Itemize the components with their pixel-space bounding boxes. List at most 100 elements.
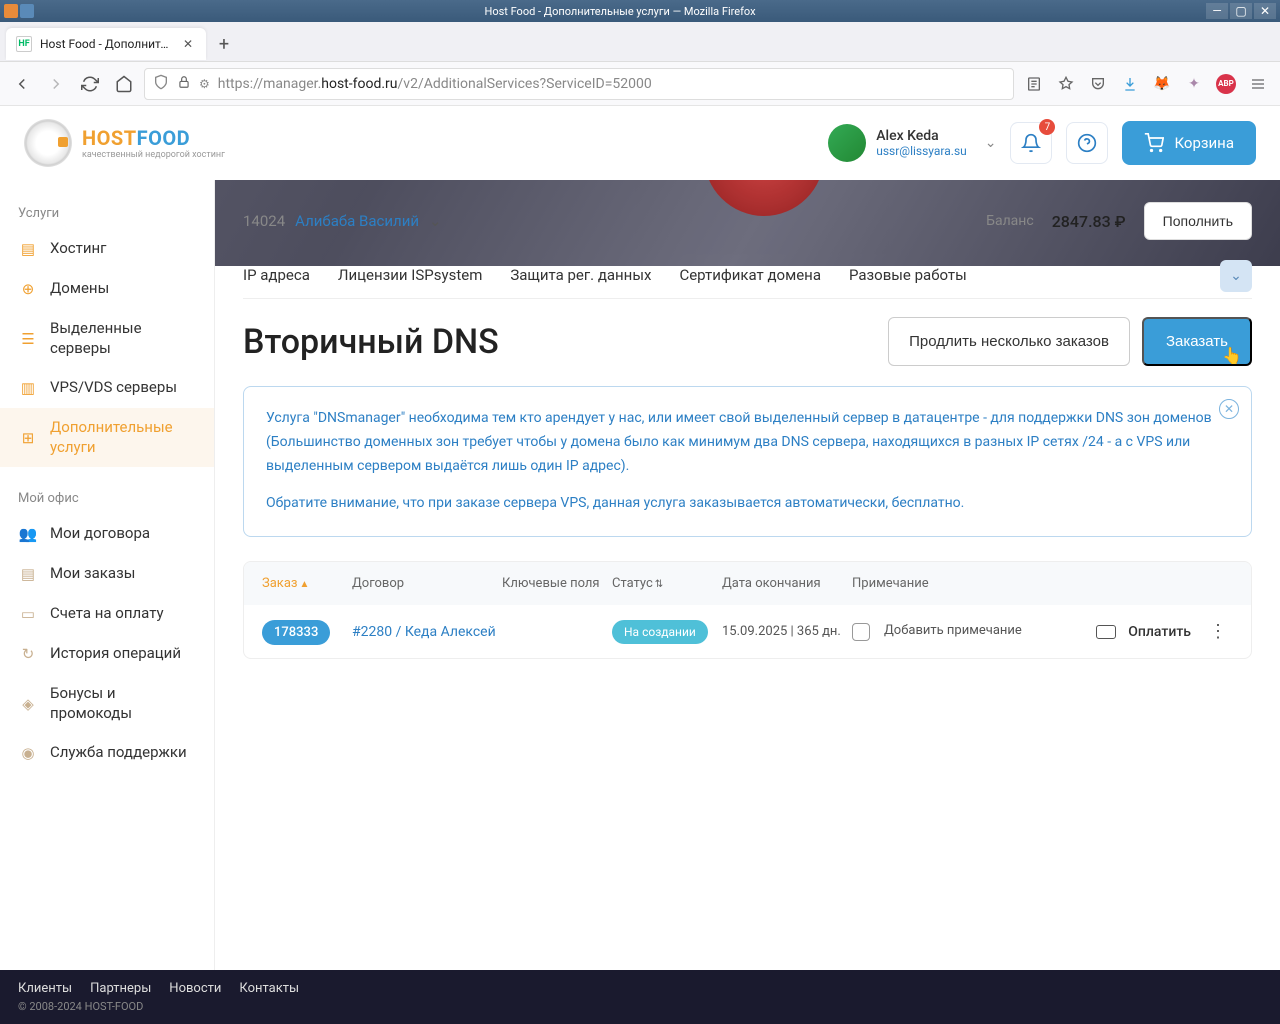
main-content: 14024 Алибаба Василий ⌄ Баланс 2847.83 ₽… <box>214 180 1280 970</box>
extend-orders-button[interactable]: Продлить несколько заказов <box>888 317 1130 366</box>
th-order[interactable]: Заказ▲ <box>262 576 352 591</box>
info-close-button[interactable]: ✕ <box>1219 399 1239 419</box>
cart-button[interactable]: Корзина <box>1122 121 1256 165</box>
account-selector[interactable]: 14024 Алибаба Василий ⌄ <box>243 212 442 230</box>
help-button[interactable] <box>1066 122 1108 164</box>
balance-label: Баланс <box>986 213 1034 229</box>
info-paragraph-1: Услуга "DNSmanager" необходима тем кто а… <box>266 407 1229 478</box>
sidebar-item-contracts[interactable]: 👥Мои договора <box>0 514 214 554</box>
tab-onetime[interactable]: Разовые работы <box>849 266 967 284</box>
sidebar-item-vps[interactable]: ▥VPS/VDS серверы <box>0 368 214 408</box>
orders-icon: ▤ <box>18 564 38 584</box>
support-icon: ◉ <box>18 743 38 763</box>
logo-icon <box>24 119 72 167</box>
sidebar-item-orders[interactable]: ▤Мои заказы <box>0 554 214 594</box>
permissions-icon: ⚙ <box>199 77 210 91</box>
sidebar-item-support[interactable]: ◉Служба поддержки <box>0 733 214 773</box>
extension-1-icon[interactable]: 🦊 <box>1148 70 1176 98</box>
app-icon <box>20 4 34 18</box>
close-window-button[interactable]: ✕ <box>1254 3 1276 19</box>
logo-text-2: FOOD <box>137 126 191 150</box>
notifications-button[interactable]: 7 <box>1010 122 1052 164</box>
maximize-button[interactable]: ▢ <box>1230 3 1252 19</box>
lock-icon <box>177 75 191 93</box>
sidebar-item-hosting[interactable]: ▤Хостинг <box>0 229 214 269</box>
abp-icon[interactable]: ABP <box>1212 70 1240 98</box>
page-title: Вторичный DNS <box>243 322 499 362</box>
th-note[interactable]: Примечание <box>852 576 1032 591</box>
footer-link-news[interactable]: Новости <box>169 981 221 996</box>
favicon-icon: HF <box>16 36 32 52</box>
tab-close-button[interactable]: ✕ <box>180 36 196 52</box>
pay-button[interactable]: Оплатить <box>1128 624 1191 640</box>
logo-subtitle: качественный недорогой хостинг <box>82 150 225 160</box>
minimize-button[interactable]: — <box>1206 3 1228 19</box>
expiry-date: 15.09.2025 | 365 дн. <box>722 624 841 639</box>
site-header: HOSTFOOD качественный недорогой хостинг … <box>0 106 1280 180</box>
tab-ip[interactable]: IP адреса <box>243 266 310 284</box>
status-badge: На создании <box>612 620 708 644</box>
user-name: Alex Keda <box>876 128 967 144</box>
cart-icon <box>1144 133 1164 153</box>
shield-icon <box>153 74 169 94</box>
tab-isp[interactable]: Лицензии ISPsystem <box>338 266 482 284</box>
th-keys[interactable]: Ключевые поля <box>502 576 612 591</box>
bookmark-icon[interactable] <box>1052 70 1080 98</box>
history-icon: ↻ <box>18 644 38 664</box>
sort-asc-icon: ▲ <box>300 579 310 590</box>
tab-whois[interactable]: Защита рег. данных <box>510 266 651 284</box>
window-title: Host Food - Дополнительные услуги — Mozi… <box>34 5 1206 18</box>
reload-button[interactable] <box>76 70 104 98</box>
contracts-icon: 👥 <box>18 524 38 544</box>
menu-button[interactable] <box>1244 70 1272 98</box>
cursor-icon: 👆 <box>1222 346 1242 366</box>
orders-table: Заказ▲ Договор Ключевые поля Статус⇅ Дат… <box>243 561 1252 659</box>
card-icon <box>1096 625 1116 639</box>
pocket-icon[interactable] <box>1084 70 1112 98</box>
tag-icon: ◈ <box>18 694 38 714</box>
download-icon[interactable] <box>1116 70 1144 98</box>
contract-link[interactable]: #2280 / Кеда Алексей <box>352 624 496 640</box>
reader-icon[interactable] <box>1020 70 1048 98</box>
sidebar-item-domains[interactable]: ⊕Домены <box>0 269 214 309</box>
os-titlebar: Host Food - Дополнительные услуги — Mozi… <box>0 0 1280 22</box>
home-button[interactable] <box>110 70 138 98</box>
notification-badge: 7 <box>1039 119 1055 135</box>
browser-nav-bar: ⚙ https://manager.host-food.ru/v2/Additi… <box>0 62 1280 106</box>
sidebar-item-bonuses[interactable]: ◈Бонусы и промокоды <box>0 674 214 733</box>
account-id: 14024 <box>243 212 285 230</box>
footer-link-partners[interactable]: Партнеры <box>90 981 151 996</box>
forward-button[interactable] <box>42 70 70 98</box>
info-box: ✕ Услуга "DNSmanager" необходима тем кто… <box>243 386 1252 537</box>
tab-ssl[interactable]: Сертификат домена <box>679 266 821 284</box>
firefox-icon <box>4 4 18 18</box>
footer-link-clients[interactable]: Клиенты <box>18 981 72 996</box>
th-contract[interactable]: Договор <box>352 576 502 591</box>
globe-icon: ⊕ <box>18 279 38 299</box>
url-bar[interactable]: ⚙ https://manager.host-food.ru/v2/Additi… <box>144 68 1014 100</box>
tabs-expand-button[interactable]: ⌄ <box>1220 260 1252 292</box>
order-badge[interactable]: 178333 <box>262 620 330 645</box>
user-menu[interactable]: Alex Keda ussr@lissyara.su ⌄ <box>828 124 996 162</box>
sidebar-item-additional[interactable]: ⊞Дополнительные услуги <box>0 408 214 467</box>
extension-2-icon[interactable]: ✦ <box>1180 70 1208 98</box>
row-more-button[interactable]: ⋮ <box>1203 621 1233 642</box>
browser-tab[interactable]: HF Host Food - Дополнительны ✕ <box>6 28 206 60</box>
sidebar-section-services: Услуги <box>0 196 214 229</box>
logo[interactable]: HOSTFOOD качественный недорогой хостинг <box>24 119 225 167</box>
new-tab-button[interactable]: + <box>210 30 238 58</box>
th-date[interactable]: Дата окончания <box>722 576 852 591</box>
note-icon[interactable] <box>852 623 870 641</box>
footer-link-contacts[interactable]: Контакты <box>239 981 299 996</box>
topup-button[interactable]: Пополнить <box>1144 202 1252 240</box>
sidebar-item-invoices[interactable]: ▭Счета на оплату <box>0 594 214 634</box>
order-button[interactable]: Заказать👆 <box>1142 317 1252 366</box>
back-button[interactable] <box>8 70 36 98</box>
sidebar: Услуги ▤Хостинг ⊕Домены ☰Выделенные серв… <box>0 180 214 970</box>
add-note-link[interactable]: Добавить примечание <box>884 623 1022 640</box>
sidebar-item-dedicated[interactable]: ☰Выделенные серверы <box>0 309 214 368</box>
sidebar-item-history[interactable]: ↻История операций <box>0 634 214 674</box>
service-tabs: IP адреса Лицензии ISPsystem Защита рег.… <box>243 266 1252 299</box>
balance-value: 2847.83 ₽ <box>1052 212 1126 231</box>
th-status[interactable]: Статус⇅ <box>612 576 722 591</box>
